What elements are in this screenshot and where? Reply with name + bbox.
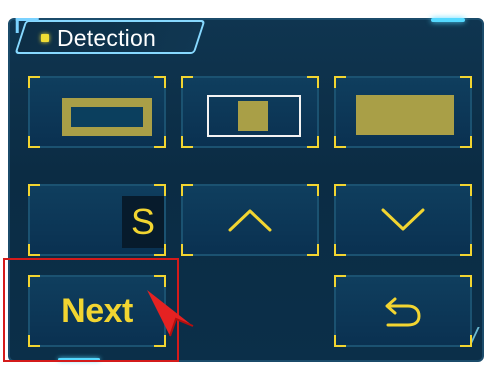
outlined-rectangle-button[interactable] xyxy=(181,76,319,148)
top-right-glow xyxy=(431,18,465,22)
corner-marker xyxy=(334,335,346,347)
detection-screen: Detection S Next xyxy=(0,0,489,369)
chevron-up-icon xyxy=(228,209,272,232)
back-arrow-icon xyxy=(385,297,421,327)
corner-marker xyxy=(28,244,40,256)
filled-rectangle-button[interactable] xyxy=(334,76,472,148)
corner-marker xyxy=(181,244,193,256)
back-button[interactable] xyxy=(334,275,472,347)
corner-marker xyxy=(334,136,346,148)
chevron-down-icon xyxy=(381,208,425,231)
s-button[interactable]: S xyxy=(28,184,166,256)
inner-square-icon xyxy=(238,101,268,131)
corner-marker xyxy=(307,136,319,148)
rectangle-border-button[interactable] xyxy=(28,76,166,148)
s-label: S xyxy=(122,196,164,248)
corner-marker xyxy=(460,136,472,148)
down-button[interactable] xyxy=(334,184,472,256)
filled-rectangle-icon xyxy=(356,95,454,135)
title-marker-icon xyxy=(41,34,49,42)
pointer-arrow-icon xyxy=(147,290,194,337)
page-title: Detection xyxy=(57,24,156,51)
corner-marker xyxy=(460,335,472,347)
corner-marker xyxy=(181,136,193,148)
detection-title: Detection xyxy=(41,24,156,52)
corner-marker xyxy=(307,244,319,256)
corner-marker xyxy=(28,136,40,148)
corner-marker xyxy=(334,244,346,256)
rectangle-border-icon xyxy=(62,98,152,136)
corner-marker xyxy=(460,244,472,256)
corner-marker xyxy=(154,136,166,148)
up-button[interactable] xyxy=(181,184,319,256)
